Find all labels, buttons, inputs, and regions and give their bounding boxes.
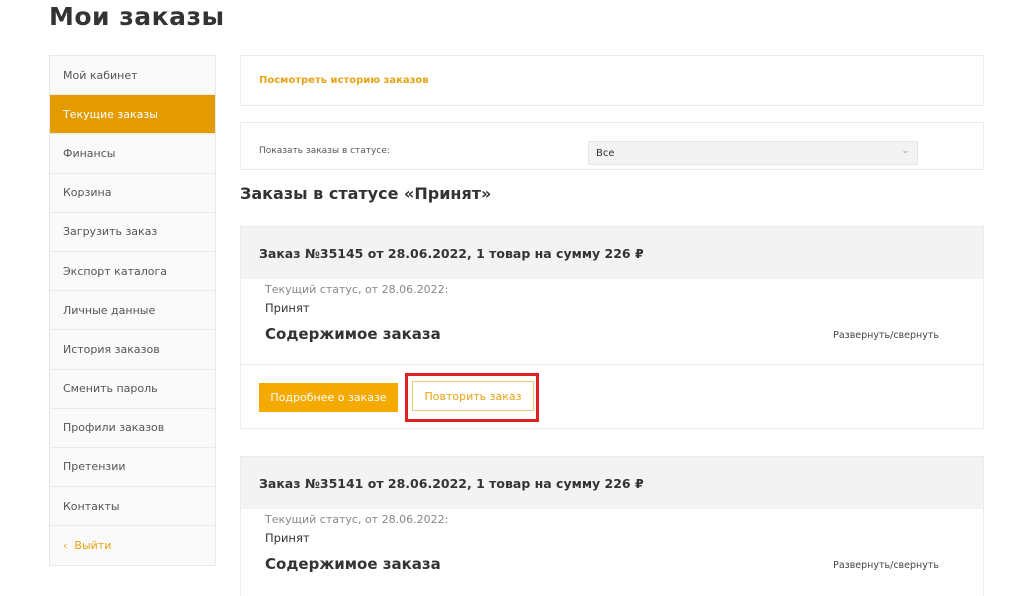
sidebar-item-logout[interactable]: ‹ Выйти xyxy=(50,526,215,565)
status-filter-value: Все xyxy=(596,147,615,159)
status-filter-label: Показать заказы в статусе: xyxy=(259,146,390,156)
order-header: Заказ №35141 от 28.06.2022, 1 товар на с… xyxy=(241,457,983,509)
order-body: Текущий статус, от 28.06.2022: Принят Со… xyxy=(241,509,983,595)
expand-collapse-link[interactable]: Развернуть/свернуть xyxy=(833,560,939,571)
sidebar-item-export-catalog[interactable]: Экспорт каталога xyxy=(50,252,215,292)
sidebar-item-personal-data[interactable]: Личные данные xyxy=(50,291,215,331)
order-status-value: Принят xyxy=(265,301,310,315)
status-filter-panel: Показать заказы в статусе: Все ⌄ xyxy=(240,122,984,170)
order-contents-title: Содержимое заказа xyxy=(265,555,441,573)
sidebar-item-cart[interactable]: Корзина xyxy=(50,174,215,213)
repeat-order-button[interactable]: Повторить заказ xyxy=(412,381,534,411)
sidebar-item-current-orders[interactable]: Текущие заказы xyxy=(50,95,215,135)
sidebar-item-change-password[interactable]: Сменить пароль xyxy=(50,370,215,409)
order-card: Заказ №35145 от 28.06.2022, 1 товар на с… xyxy=(240,226,984,429)
expand-collapse-link[interactable]: Развернуть/свернуть xyxy=(833,330,939,341)
sidebar-item-contacts[interactable]: Контакты xyxy=(50,487,215,527)
order-status-label: Текущий статус, от 28.06.2022: xyxy=(265,513,449,526)
chevron-left-icon: ‹ xyxy=(63,539,68,553)
sidebar: Мой кабинет Текущие заказы Финансы Корзи… xyxy=(49,55,216,567)
sidebar-item-my-cabinet[interactable]: Мой кабинет xyxy=(50,56,215,96)
page-title: Мои заказы xyxy=(49,2,225,31)
status-filter-select[interactable]: Все ⌄ xyxy=(588,141,918,165)
sidebar-item-upload-order[interactable]: Загрузить заказ xyxy=(50,213,215,252)
history-panel: Посмотреть историю заказов xyxy=(240,55,984,106)
section-title: Заказы в статусе «Принят» xyxy=(240,184,492,203)
order-actions: Подробнее о заказе Повторить заказ xyxy=(241,365,983,428)
order-details-button[interactable]: Подробнее о заказе xyxy=(259,383,398,412)
sidebar-item-finance[interactable]: Финансы xyxy=(50,134,215,174)
sidebar-item-order-history[interactable]: История заказов xyxy=(50,330,215,370)
chevron-down-icon: ⌄ xyxy=(901,146,909,156)
view-order-history-link[interactable]: Посмотреть историю заказов xyxy=(259,75,429,86)
order-body: Текущий статус, от 28.06.2022: Принят Со… xyxy=(241,279,983,365)
order-contents-title: Содержимое заказа xyxy=(265,325,441,343)
order-card: Заказ №35141 от 28.06.2022, 1 товар на с… xyxy=(240,456,984,596)
order-status-value: Принят xyxy=(265,531,310,545)
sidebar-item-order-profiles[interactable]: Профили заказов xyxy=(50,409,215,448)
sidebar-item-claims[interactable]: Претензии xyxy=(50,448,215,488)
order-status-label: Текущий статус, от 28.06.2022: xyxy=(265,283,449,296)
order-header: Заказ №35145 от 28.06.2022, 1 товар на с… xyxy=(241,227,983,279)
logout-label: Выйти xyxy=(74,539,112,553)
